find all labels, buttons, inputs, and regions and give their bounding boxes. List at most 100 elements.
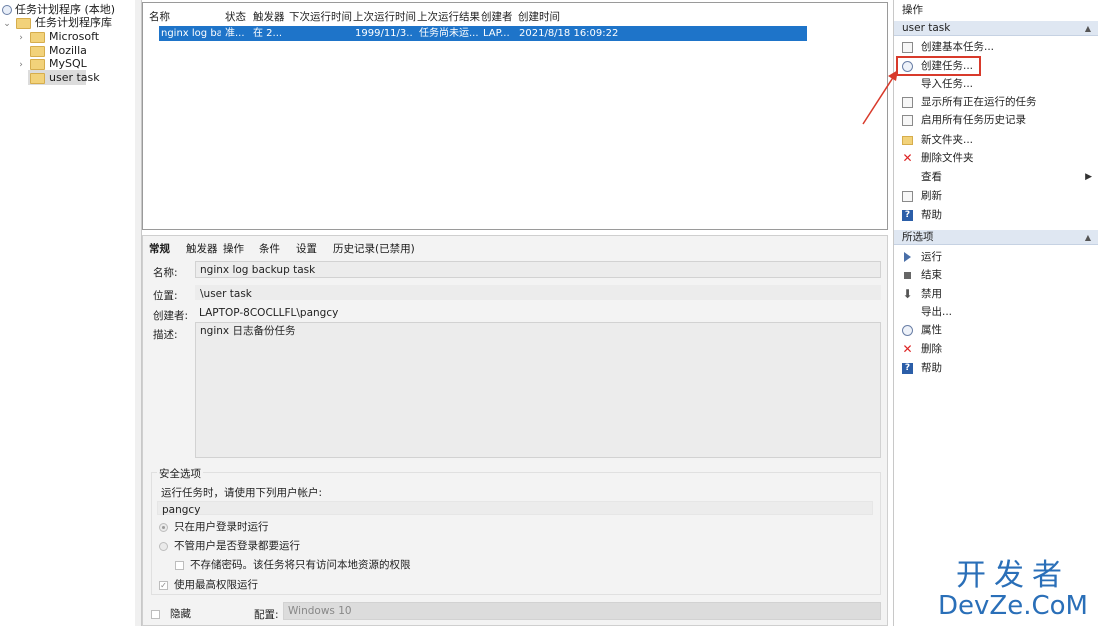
help-button-2[interactable]: ? 帮助 [902,361,942,375]
tree-item-label: MySQL [49,57,87,70]
action-label: 导出... [921,306,953,318]
column-header-triggers[interactable]: 触发器 [253,10,285,24]
tree-item-mozilla[interactable]: Mozilla [30,44,87,58]
refresh-button[interactable]: 刷新 [902,189,942,203]
annotation-arrow-icon [862,70,898,125]
tab-triggers[interactable]: 触发器 [186,242,218,256]
folder-icon [16,17,31,29]
checkbox-no-store-password[interactable]: 不存储密码。该任务将只有访问本地资源的权限 [175,557,411,572]
action-label: 删除 [921,343,942,355]
tree-item-label: Mozilla [49,44,87,57]
column-header-author[interactable]: 创建者 [481,10,513,24]
enable-history-button[interactable]: 启用所有任务历史记录 [902,113,1026,127]
cell-last-run: 1999/11/3... [355,28,413,39]
watermark-line2: DevZe.CoM [938,591,1088,621]
column-header-next-run[interactable]: 下次运行时间 [289,10,352,24]
tab-general[interactable]: 常规 [149,242,170,256]
run-button[interactable]: 运行 [902,250,942,264]
action-label: 新文件夹... [921,134,974,146]
blank-icon [902,79,913,90]
section-user-task[interactable]: user task ▲ [894,21,1098,36]
tree-item-label: user task [49,71,100,84]
column-header-name[interactable]: 名称 [149,10,170,24]
create-basic-task-button[interactable]: 创建基本任务... [902,40,994,54]
checkbox-label: 隐藏 [170,608,191,620]
properties-icon [902,324,913,336]
tree-item-root[interactable]: 任务计划程序 (本地) [2,3,115,17]
actions-header: 操作 [902,4,923,16]
import-task-button[interactable]: 导入任务... [902,77,973,91]
checkbox-highest-privileges[interactable]: ✓ 使用最高权限运行 [159,577,258,592]
column-header-created[interactable]: 创建时间 [518,10,560,24]
description-field[interactable]: nginx 日志备份任务 [195,322,881,458]
tree-item-label: 任务计划程序 (本地) [15,3,116,16]
new-folder-button[interactable]: 新文件夹... [902,133,973,147]
name-label: 名称: [153,267,178,279]
action-label: 属性 [921,324,942,336]
table-row[interactable]: nginx log ba... 准... 在 2... 1999/11/3...… [159,26,807,41]
delete-folder-button[interactable]: ✕ 删除文件夹 [902,150,973,165]
properties-button[interactable]: 属性 [902,323,942,337]
running-tasks-icon [902,96,913,108]
tree-item-library[interactable]: ⌄ 任务计划程序库 [2,16,112,30]
folder-icon [30,45,45,57]
display-running-tasks-button[interactable]: 显示所有正在运行的任务 [902,95,1037,109]
cell-status: 准... [225,28,245,39]
pane-splitter[interactable] [135,0,142,626]
action-label: 结束 [921,269,942,281]
submenu-arrow-icon: ▶ [1085,172,1092,182]
folder-icon [30,72,45,84]
actions-pane: 操作 user task ▲ 创建基本任务... 创建任务... 导入任务... … [893,0,1098,626]
config-select[interactable]: Windows 10 [283,602,881,620]
run-as-user: pangcy [157,501,873,516]
tree-item-microsoft[interactable]: › Microsoft [16,30,99,44]
tree-item-user-task[interactable]: user task [30,71,100,85]
delete-icon: ✕ [902,150,913,165]
checkbox-icon [151,609,160,619]
disable-button[interactable]: ⬇ 禁用 [902,287,942,301]
folder-icon [30,31,45,43]
section-selected-item[interactable]: 所选项 ▲ [894,230,1098,245]
action-label: 创建基本任务... [921,41,995,53]
cell-last-result: 任务尚未运... [419,28,479,39]
column-header-last-result[interactable]: 上次运行结果 [417,10,480,24]
tab-actions[interactable]: 操作 [223,242,244,256]
radio-icon [159,522,168,532]
checkbox-label: 不存储密码。该任务将只有访问本地资源的权限 [190,559,411,571]
watermark-logo: 开发者 DevZe.CoM [938,560,1088,621]
history-icon [902,114,913,126]
collapse-icon[interactable]: ▲ [1085,230,1091,245]
blank-icon [902,307,913,318]
action-label: 显示所有正在运行的任务 [921,96,1037,108]
help-button[interactable]: ? 帮助 [902,208,942,222]
tab-settings[interactable]: 设置 [296,242,317,256]
help-icon: ? [902,362,913,374]
location-label: 位置: [153,290,178,302]
tree-item-mysql[interactable]: › MySQL [16,57,87,71]
collapse-icon[interactable]: ▲ [1085,21,1091,36]
radio-run-whether-logged[interactable]: 不管用户是否登录都要运行 [159,538,300,553]
task-list[interactable]: 名称 状态 触发器 下次运行时间 上次运行时间 上次运行结果 创建者 创建时间 … [142,2,888,230]
radio-label: 不管用户是否登录都要运行 [174,540,300,552]
help-icon: ? [902,209,913,221]
view-menu-button[interactable]: 查看 ▶ [902,170,1092,184]
cell-name: nginx log ba... [161,28,221,39]
end-button[interactable]: 结束 [902,268,942,282]
column-header-last-run[interactable]: 上次运行时间 [353,10,416,24]
disable-arrow-icon: ⬇ [902,286,913,301]
chevron-down-icon[interactable]: ⌄ [2,17,12,31]
description-label: 描述: [153,329,178,341]
checkbox-hidden[interactable]: 隐藏 [151,606,191,621]
location-value: \user task [195,285,881,300]
export-button[interactable]: 导出... [902,305,952,319]
annotation-highlight-box [896,56,981,76]
chevron-right-icon[interactable]: › [16,31,26,45]
delete-icon: ✕ [902,341,913,356]
radio-run-logged-on[interactable]: 只在用户登录时运行 [159,519,269,534]
chevron-right-icon[interactable]: › [16,58,26,72]
tab-conditions[interactable]: 条件 [259,242,280,256]
name-field[interactable]: nginx log backup task [195,261,881,278]
tab-history[interactable]: 历史记录(已禁用) [333,242,415,256]
delete-button[interactable]: ✕ 删除 [902,342,942,356]
column-header-status[interactable]: 状态 [225,10,246,24]
